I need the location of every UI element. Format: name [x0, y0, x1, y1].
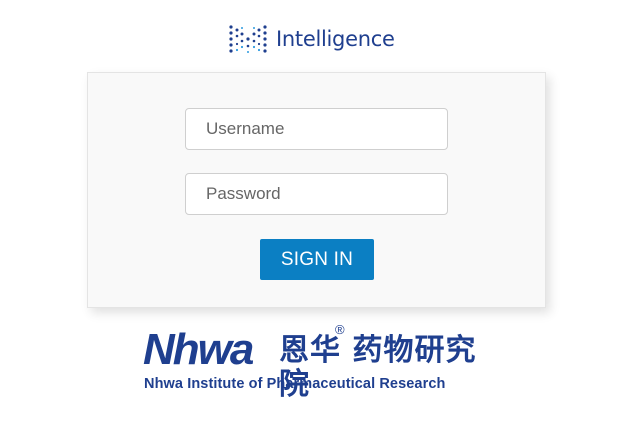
sign-in-button[interactable]: SIGN IN [260, 239, 374, 280]
dotted-m-icon [228, 24, 268, 54]
nhwa-brand-logo: Nhwa ® 恩华 药物研究院 Nhwa Institute of Pharma… [141, 322, 501, 402]
password-input[interactable] [185, 173, 448, 215]
brand-name-english: Nhwa Institute of Pharmaceutical Researc… [144, 376, 446, 392]
brand-mark: Nhwa [143, 325, 254, 374]
app-logo: Intelligence [228, 22, 395, 56]
login-card: SIGN IN [87, 72, 546, 308]
username-input[interactable] [185, 108, 448, 150]
app-name: Intelligence [276, 27, 395, 51]
